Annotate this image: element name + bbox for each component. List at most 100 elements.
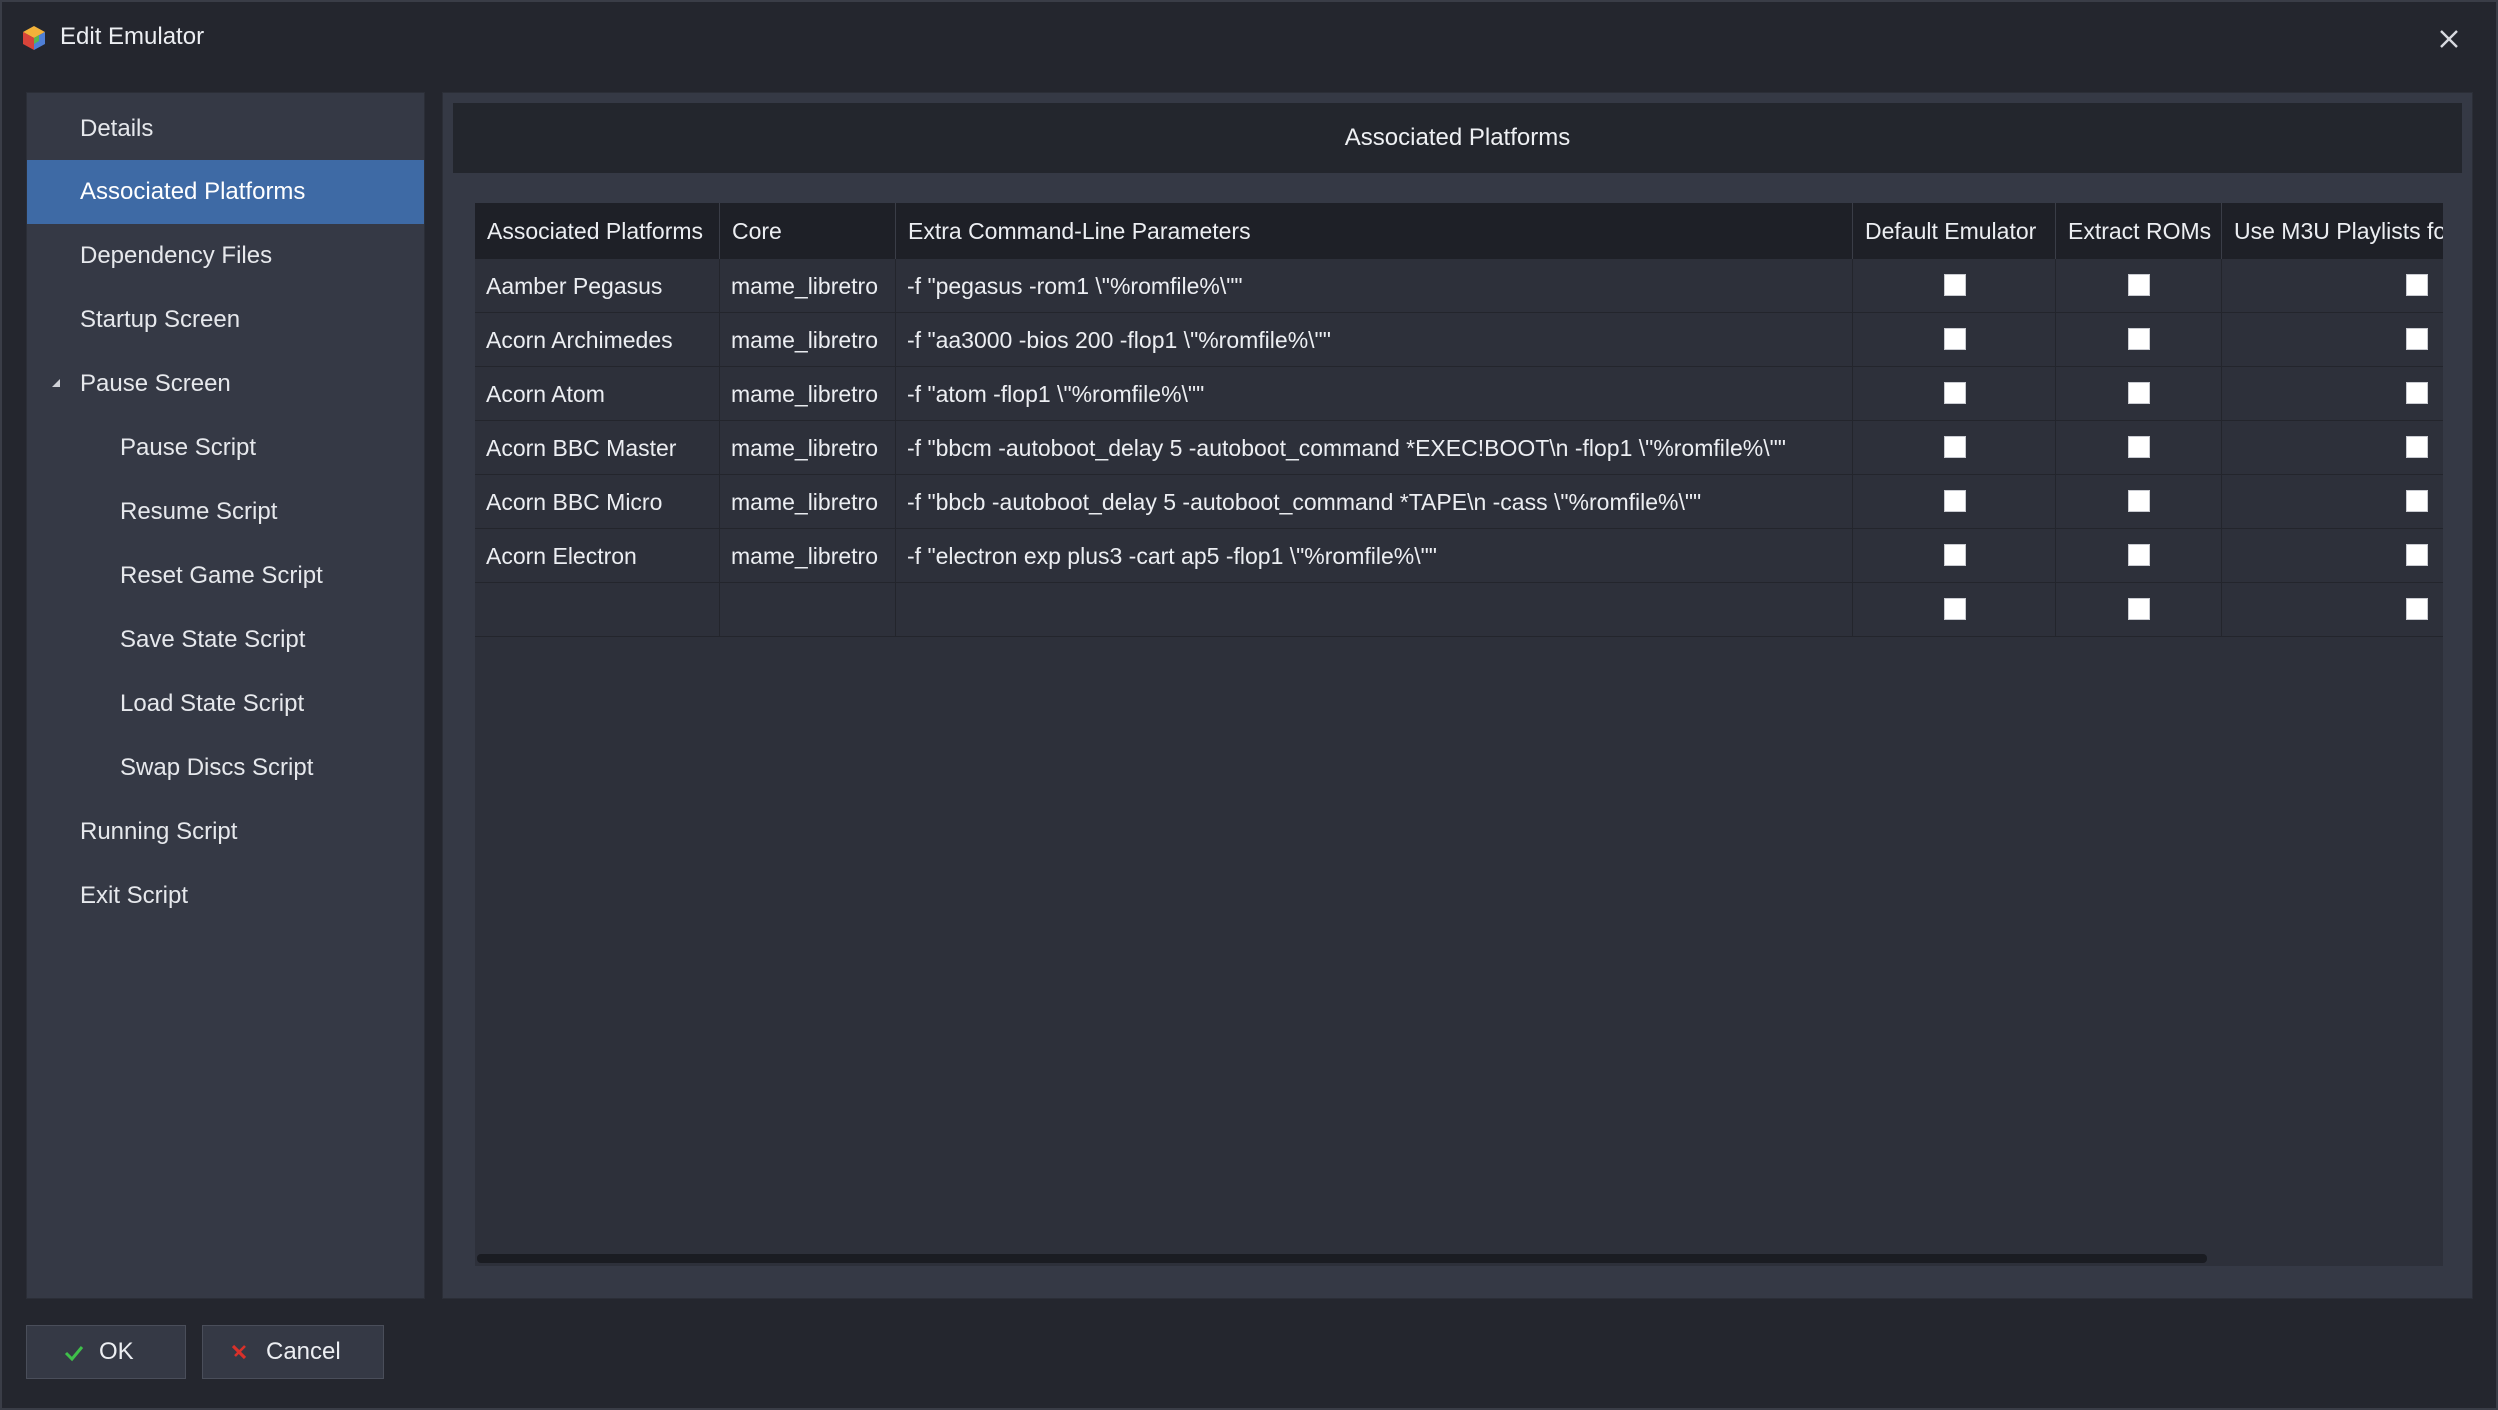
- core-cell[interactable]: mame_libretro: [720, 259, 896, 313]
- core-cell[interactable]: [720, 583, 896, 637]
- platform-cell[interactable]: Acorn Electron: [475, 529, 720, 583]
- core-cell[interactable]: mame_libretro: [720, 475, 896, 529]
- use-m3u-checkbox[interactable]: [2406, 490, 2428, 512]
- column-header-core[interactable]: Core: [720, 203, 896, 259]
- table-row[interactable]: Acorn BBC Micro mame_libretro -f "bbcb -…: [475, 475, 2443, 529]
- use-m3u-checkbox[interactable]: [2406, 328, 2428, 350]
- title-bar: Edit Emulator: [2, 2, 2496, 74]
- column-header-params[interactable]: Extra Command-Line Parameters: [896, 203, 1853, 259]
- core-cell[interactable]: mame_libretro: [720, 421, 896, 475]
- default-emulator-checkbox[interactable]: [1944, 382, 1966, 404]
- edit-emulator-window: Edit Emulator Details Associated Platfor…: [0, 0, 2498, 1410]
- sidebar-item-startup-screen[interactable]: Startup Screen: [27, 288, 424, 352]
- checkmark-icon: [64, 1346, 84, 1362]
- launchbox-cube-icon: [23, 26, 45, 50]
- column-header-extract-roms[interactable]: Extract ROMs: [2056, 203, 2222, 259]
- use-m3u-cell: [2222, 529, 2443, 583]
- ok-button-label: OK: [99, 1338, 134, 1365]
- sidebar-item-pause-screen[interactable]: Pause Screen: [27, 352, 424, 416]
- sidebar-item-exit-script[interactable]: Exit Script: [27, 864, 424, 928]
- extract-roms-cell: [2056, 313, 2222, 367]
- sidebar-item-swap-discs-script[interactable]: Swap Discs Script: [27, 736, 424, 800]
- default-emulator-checkbox[interactable]: [1944, 490, 1966, 512]
- extract-roms-cell: [2056, 421, 2222, 475]
- column-header-default-emulator[interactable]: Default Emulator: [1853, 203, 2056, 259]
- sidebar-item-dependency-files[interactable]: Dependency Files: [27, 224, 424, 288]
- params-cell[interactable]: -f "aa3000 -bios 200 -flop1 \"%romfile%\…: [896, 313, 1853, 367]
- platform-cell[interactable]: Aamber Pegasus: [475, 259, 720, 313]
- main-panel: Associated Platforms Associated Platform…: [442, 92, 2473, 1299]
- extract-roms-checkbox[interactable]: [2128, 490, 2150, 512]
- sidebar-item-label: Save State Script: [120, 626, 306, 653]
- default-emulator-cell: [1853, 367, 2056, 421]
- sidebar-item-pause-script[interactable]: Pause Script: [27, 416, 424, 480]
- default-emulator-checkbox[interactable]: [1944, 274, 1966, 296]
- params-cell[interactable]: -f "bbcm -autoboot_delay 5 -autoboot_com…: [896, 421, 1853, 475]
- sidebar-item-resume-script[interactable]: Resume Script: [27, 480, 424, 544]
- core-cell[interactable]: mame_libretro: [720, 313, 896, 367]
- extract-roms-cell: [2056, 529, 2222, 583]
- core-cell[interactable]: mame_libretro: [720, 529, 896, 583]
- extract-roms-checkbox[interactable]: [2128, 598, 2150, 620]
- use-m3u-checkbox[interactable]: [2406, 274, 2428, 296]
- use-m3u-cell: [2222, 313, 2443, 367]
- default-emulator-checkbox[interactable]: [1944, 598, 1966, 620]
- extract-roms-cell: [2056, 475, 2222, 529]
- column-header-platform[interactable]: Associated Platforms: [475, 203, 720, 259]
- sidebar-item-label: Running Script: [80, 818, 238, 845]
- default-emulator-cell: [1853, 259, 2056, 313]
- params-cell[interactable]: -f "pegasus -rom1 \"%romfile%\"": [896, 259, 1853, 313]
- extract-roms-checkbox[interactable]: [2128, 328, 2150, 350]
- sidebar-item-running-script[interactable]: Running Script: [27, 800, 424, 864]
- extract-roms-checkbox[interactable]: [2128, 274, 2150, 296]
- sidebar-item-label: Pause Screen: [80, 370, 231, 397]
- sidebar-item-label: Reset Game Script: [120, 562, 323, 589]
- platform-cell[interactable]: Acorn BBC Master: [475, 421, 720, 475]
- sidebar-item-label: Load State Script: [120, 690, 305, 717]
- ok-button[interactable]: OK: [26, 1325, 186, 1379]
- use-m3u-checkbox[interactable]: [2406, 382, 2428, 404]
- params-cell[interactable]: -f "atom -flop1 \"%romfile%\"": [896, 367, 1853, 421]
- cancel-button[interactable]: Cancel: [202, 1325, 384, 1379]
- default-emulator-checkbox[interactable]: [1944, 328, 1966, 350]
- table-row[interactable]: Acorn Electron mame_libretro -f "electro…: [475, 529, 2443, 583]
- default-emulator-cell: [1853, 583, 2056, 637]
- params-cell[interactable]: -f "bbcb -autoboot_delay 5 -autoboot_com…: [896, 475, 1853, 529]
- use-m3u-checkbox[interactable]: [2406, 544, 2428, 566]
- core-cell[interactable]: mame_libretro: [720, 367, 896, 421]
- platform-cell[interactable]: Acorn Atom: [475, 367, 720, 421]
- use-m3u-checkbox[interactable]: [2406, 598, 2428, 620]
- table-row[interactable]: Acorn BBC Master mame_libretro -f "bbcm …: [475, 421, 2443, 475]
- params-cell[interactable]: -f "electron exp plus3 -cart ap5 -flop1 …: [896, 529, 1853, 583]
- sidebar-item-details[interactable]: Details: [27, 97, 424, 161]
- sidebar-item-label: Swap Discs Script: [120, 754, 314, 781]
- use-m3u-checkbox[interactable]: [2406, 436, 2428, 458]
- table-row-new[interactable]: [475, 583, 2443, 637]
- params-cell[interactable]: [896, 583, 1853, 637]
- horizontal-scrollbar[interactable]: [475, 1250, 2443, 1266]
- window-title: Edit Emulator: [60, 23, 205, 50]
- column-header-use-m3u[interactable]: Use M3U Playlists fo: [2222, 203, 2443, 259]
- table-row[interactable]: Acorn Archimedes mame_libretro -f "aa300…: [475, 313, 2443, 367]
- sidebar-item-save-state-script[interactable]: Save State Script: [27, 608, 424, 672]
- sidebar-item-label: Pause Script: [120, 434, 257, 461]
- sidebar-item-associated-platforms[interactable]: Associated Platforms: [27, 160, 424, 224]
- platform-cell[interactable]: [475, 583, 720, 637]
- sidebar-item-load-state-script[interactable]: Load State Script: [27, 672, 424, 736]
- horizontal-scrollbar-thumb[interactable]: [477, 1254, 2207, 1263]
- extract-roms-cell: [2056, 367, 2222, 421]
- collapse-triangle-icon[interactable]: [49, 376, 63, 390]
- table-row[interactable]: Acorn Atom mame_libretro -f "atom -flop1…: [475, 367, 2443, 421]
- platform-cell[interactable]: Acorn Archimedes: [475, 313, 720, 367]
- sidebar-nav: Details Associated Platforms Dependency …: [26, 92, 425, 1299]
- default-emulator-checkbox[interactable]: [1944, 544, 1966, 566]
- close-icon[interactable]: [2432, 22, 2466, 56]
- sidebar-item-label: Exit Script: [80, 882, 189, 909]
- table-row[interactable]: Aamber Pegasus mame_libretro -f "pegasus…: [475, 259, 2443, 313]
- extract-roms-checkbox[interactable]: [2128, 436, 2150, 458]
- default-emulator-checkbox[interactable]: [1944, 436, 1966, 458]
- extract-roms-checkbox[interactable]: [2128, 382, 2150, 404]
- sidebar-item-reset-game-script[interactable]: Reset Game Script: [27, 544, 424, 608]
- extract-roms-checkbox[interactable]: [2128, 544, 2150, 566]
- platform-cell[interactable]: Acorn BBC Micro: [475, 475, 720, 529]
